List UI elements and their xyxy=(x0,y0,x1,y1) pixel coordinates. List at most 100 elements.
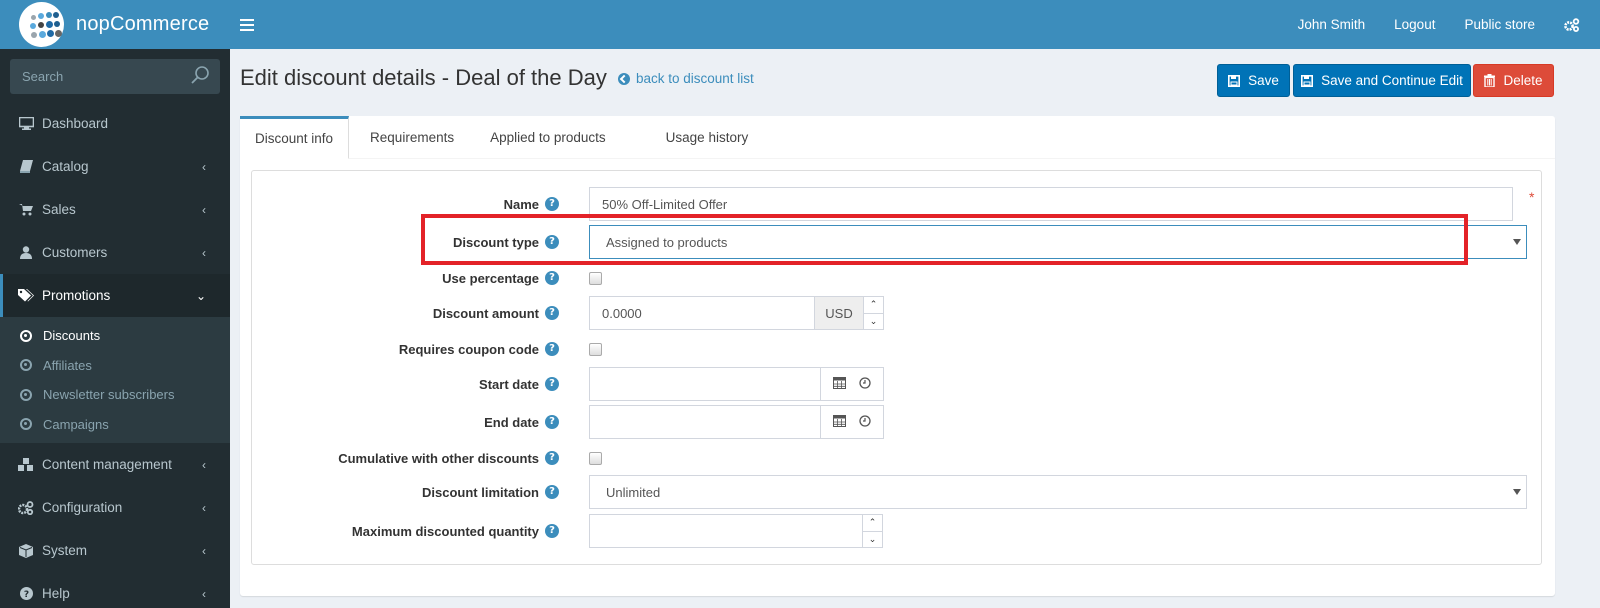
sidebar-item-label: Customers xyxy=(42,245,108,260)
help-icon[interactable]: ? xyxy=(545,415,559,429)
discount-amount-stepper[interactable]: ⌃ ⌄ xyxy=(863,296,884,330)
arrow-circle-left-icon xyxy=(618,72,630,85)
sidebar-subitem-label: Campaigns xyxy=(43,416,109,432)
menu-toggle-icon[interactable] xyxy=(240,18,254,31)
sidebar-item-content-management[interactable]: Content management ‹ xyxy=(0,443,230,486)
requires-coupon-label: Requires coupon code? xyxy=(399,342,559,357)
help-icon[interactable]: ? xyxy=(545,485,559,499)
calendar-icon[interactable] xyxy=(833,376,847,392)
logout-link[interactable]: Logout xyxy=(1394,17,1435,32)
sidebar-item-help[interactable]: ? Help ‹ xyxy=(0,572,230,608)
book-icon xyxy=(18,160,34,173)
max-qty-wrap xyxy=(589,514,863,548)
name-input[interactable] xyxy=(602,196,1512,212)
calendar-icon[interactable] xyxy=(833,414,847,430)
cumulative-label: Cumulative with other discounts? xyxy=(338,451,559,466)
help-icon[interactable]: ? xyxy=(545,235,559,249)
discount-type-select[interactable]: Assigned to products xyxy=(589,225,1527,259)
clock-icon[interactable] xyxy=(859,376,871,392)
sidebar-item-label: Sales xyxy=(42,202,76,217)
circle-dot-icon xyxy=(20,359,32,372)
cubes-icon xyxy=(18,457,34,472)
help-icon[interactable]: ? xyxy=(545,377,559,391)
logo[interactable]: nopCommerce xyxy=(0,0,230,49)
discount-limitation-label-text: Discount limitation xyxy=(422,484,539,500)
chevron-left-icon: ‹ xyxy=(202,159,206,174)
user-name-link[interactable]: John Smith xyxy=(1298,17,1366,32)
stepper-up-icon[interactable]: ⌃ xyxy=(864,297,883,314)
stepper-down-icon[interactable]: ⌄ xyxy=(863,532,882,548)
stepper-up-icon[interactable]: ⌃ xyxy=(863,515,882,532)
save-and-continue-button[interactable]: Save and Continue Edit xyxy=(1293,64,1471,97)
sidebar-subitem-label: Discounts xyxy=(43,328,101,344)
sidebar-subitem-campaigns[interactable]: Campaigns xyxy=(0,410,230,440)
save-and-continue-label: Save and Continue Edit xyxy=(1321,73,1463,88)
start-date-label-text: Start date xyxy=(479,376,539,392)
sidebar-item-sales[interactable]: Sales ‹ xyxy=(0,188,230,231)
help-icon[interactable]: ? xyxy=(545,342,559,356)
floppy-icon xyxy=(1301,74,1314,87)
stepper-down-icon[interactable]: ⌄ xyxy=(864,314,883,330)
help-icon[interactable]: ? xyxy=(545,451,559,465)
sidebar-item-label: Dashboard xyxy=(42,116,109,131)
sidebar-subitem-discounts[interactable]: Discounts xyxy=(0,321,230,351)
discount-tabs-container: Discount info Requirements Applied to pr… xyxy=(240,116,1555,596)
discount-type-value: Assigned to products xyxy=(606,234,728,250)
delete-button[interactable]: Delete xyxy=(1473,64,1554,97)
max-qty-stepper[interactable]: ⌃ ⌄ xyxy=(862,514,883,548)
settings-gears-icon[interactable] xyxy=(1564,17,1580,32)
cumulative-row: Cumulative with other discounts? xyxy=(252,443,1541,473)
sidebar-item-configuration[interactable]: Configuration ‹ xyxy=(0,486,230,529)
tab-applied-to-products[interactable]: Applied to products xyxy=(475,116,621,159)
discount-amount-input[interactable] xyxy=(602,305,814,321)
tab-discount-info[interactable]: Discount info xyxy=(240,116,350,159)
end-date-label-text: End date xyxy=(484,414,539,430)
name-row: Name? * xyxy=(252,187,1541,221)
tab-usage-history[interactable]: Usage history xyxy=(651,116,764,159)
clock-icon[interactable] xyxy=(859,414,871,430)
discount-amount-row: Discount amount? USD ⌃ ⌄ xyxy=(252,296,1541,330)
save-button[interactable]: Save xyxy=(1217,64,1290,97)
use-percentage-checkbox[interactable] xyxy=(589,271,602,285)
discount-limitation-label: Discount limitation? xyxy=(422,485,559,500)
help-icon[interactable]: ? xyxy=(545,271,559,285)
sidebar-subitem-affiliates[interactable]: Affiliates xyxy=(0,351,230,381)
circle-dot-icon xyxy=(20,418,32,431)
sidebar-item-system[interactable]: System ‹ xyxy=(0,529,230,572)
sidebar-item-label: Content management xyxy=(42,457,172,472)
end-date-input[interactable] xyxy=(602,414,820,430)
search-icon[interactable] xyxy=(190,65,210,88)
public-store-link[interactable]: Public store xyxy=(1464,17,1535,32)
start-date-label: Start date? xyxy=(479,377,559,392)
sidebar-nav: Dashboard Catalog ‹ Sales ‹ Customers ‹ … xyxy=(0,102,230,608)
svg-text:?: ? xyxy=(23,590,28,600)
start-date-input[interactable] xyxy=(602,376,820,392)
sidebar-search-input[interactable] xyxy=(22,69,172,84)
sidebar-item-customers[interactable]: Customers ‹ xyxy=(0,231,230,274)
sidebar-subitem-newsletter-subscribers[interactable]: Newsletter subscribers xyxy=(0,380,230,410)
chevron-left-icon: ‹ xyxy=(202,586,206,601)
use-percentage-label: Use percentage? xyxy=(442,271,559,286)
sidebar-item-dashboard[interactable]: Dashboard xyxy=(0,102,230,145)
discount-limitation-select[interactable]: Unlimited xyxy=(589,475,1527,509)
sidebar-item-promotions[interactable]: Promotions ⌄ xyxy=(0,274,230,317)
desktop-icon xyxy=(18,117,34,130)
requires-coupon-checkbox[interactable] xyxy=(589,342,602,356)
sidebar-search xyxy=(10,59,220,94)
max-discounted-qty-label: Maximum discounted quantity? xyxy=(352,524,559,539)
sidebar-item-catalog[interactable]: Catalog ‹ xyxy=(0,145,230,188)
max-discounted-qty-input[interactable] xyxy=(602,523,862,539)
tab-requirements[interactable]: Requirements xyxy=(355,116,469,159)
sidebar-item-label: Catalog xyxy=(42,159,89,174)
cumulative-checkbox[interactable] xyxy=(589,451,602,465)
cube-icon xyxy=(18,543,34,558)
delete-button-label: Delete xyxy=(1503,73,1543,88)
main-content: Edit discount details - Deal of the Day … xyxy=(230,49,1600,608)
required-asterisk: * xyxy=(1529,189,1535,205)
help-icon[interactable]: ? xyxy=(545,524,559,538)
dropdown-caret-icon xyxy=(1513,489,1521,495)
help-icon[interactable]: ? xyxy=(545,306,559,320)
back-to-list-link[interactable]: back to discount list xyxy=(618,71,754,86)
help-icon[interactable]: ? xyxy=(545,197,559,211)
name-field-wrap xyxy=(589,187,1513,221)
